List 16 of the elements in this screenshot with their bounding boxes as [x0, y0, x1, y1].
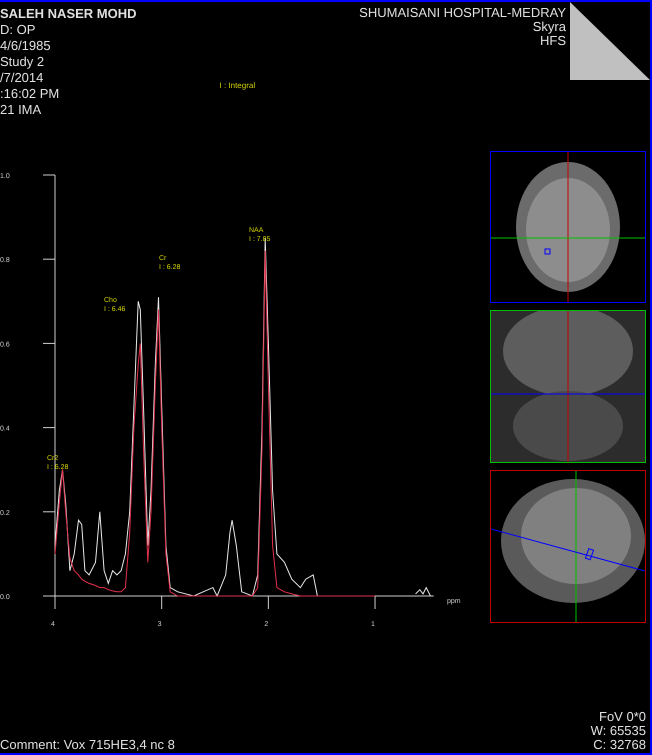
site-info-text: Skyra: [532, 20, 566, 34]
site-info-text: SHUMAISANI HOSPITAL-MEDRAY: [359, 6, 566, 20]
patient-info-text: :16:02 PM: [0, 86, 60, 102]
legend-text: I : Integral: [220, 81, 256, 90]
corner-fold-icon[interactable]: [570, 2, 650, 80]
comment-text: Comment: Vox 715HE3,4 nc 8: [0, 738, 175, 752]
image-info-text: C: 32768: [593, 738, 646, 752]
patient-info-text: D: OP: [0, 22, 36, 38]
patient-info-text: 4/6/1985: [0, 38, 51, 54]
patient-info-text: 21 IMA: [0, 102, 42, 118]
site-info-text: HFS: [540, 34, 566, 48]
patient-info-text: Study 2: [0, 54, 44, 70]
patient-info-text: /7/2014: [0, 70, 44, 86]
patient-info-text: SALEH NASER MOHD: [0, 6, 137, 22]
image-info-text: W: 65535: [590, 724, 646, 738]
image-info-text: FoV 0*0: [599, 710, 646, 724]
